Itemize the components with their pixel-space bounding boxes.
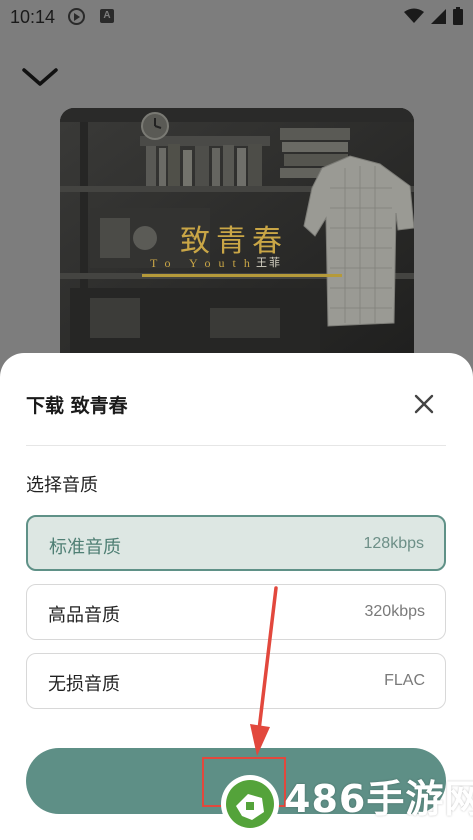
quality-option-lossless[interactable]: 无损音质 FLAC xyxy=(26,653,446,709)
close-button[interactable] xyxy=(410,390,438,418)
quality-option-name: 无损音质 xyxy=(48,674,120,695)
cover-subtitle: To Youth xyxy=(150,256,258,270)
quality-option-rate: FLAC xyxy=(384,672,425,689)
signal-icon xyxy=(431,8,446,24)
watermark-domain: 486g.com xyxy=(316,814,412,835)
quality-option-rate: 320kbps xyxy=(364,603,426,620)
quality-option-rate: 128kbps xyxy=(363,535,425,552)
cover-artist: 王菲 xyxy=(256,256,282,269)
a-badge-icon: A xyxy=(100,9,114,23)
album-cover: 致青春 To Youth 王菲 xyxy=(60,108,414,368)
play-icon xyxy=(68,8,85,25)
status-time: 10:14 xyxy=(10,7,56,27)
collapse-button[interactable] xyxy=(20,62,60,94)
status-icons xyxy=(404,7,463,25)
status-bar: 10:14 A xyxy=(0,0,473,34)
quality-option-name: 标准音质 xyxy=(49,537,121,558)
quality-option-standard[interactable]: 标准音质 128kbps xyxy=(26,515,446,571)
battery-icon xyxy=(453,7,463,25)
divider xyxy=(26,445,446,446)
quality-section-label: 选择音质 xyxy=(26,475,98,496)
chevron-down-icon xyxy=(22,68,58,86)
watermark: 486手游网 486g.com xyxy=(218,768,473,840)
sheet-title: 下载 致青春 xyxy=(26,395,128,417)
watermark-logo-icon xyxy=(221,775,279,833)
close-icon xyxy=(414,394,434,414)
wifi-icon xyxy=(404,8,424,23)
quality-option-high[interactable]: 高品音质 320kbps xyxy=(26,584,446,640)
quality-option-name: 高品音质 xyxy=(48,605,120,626)
